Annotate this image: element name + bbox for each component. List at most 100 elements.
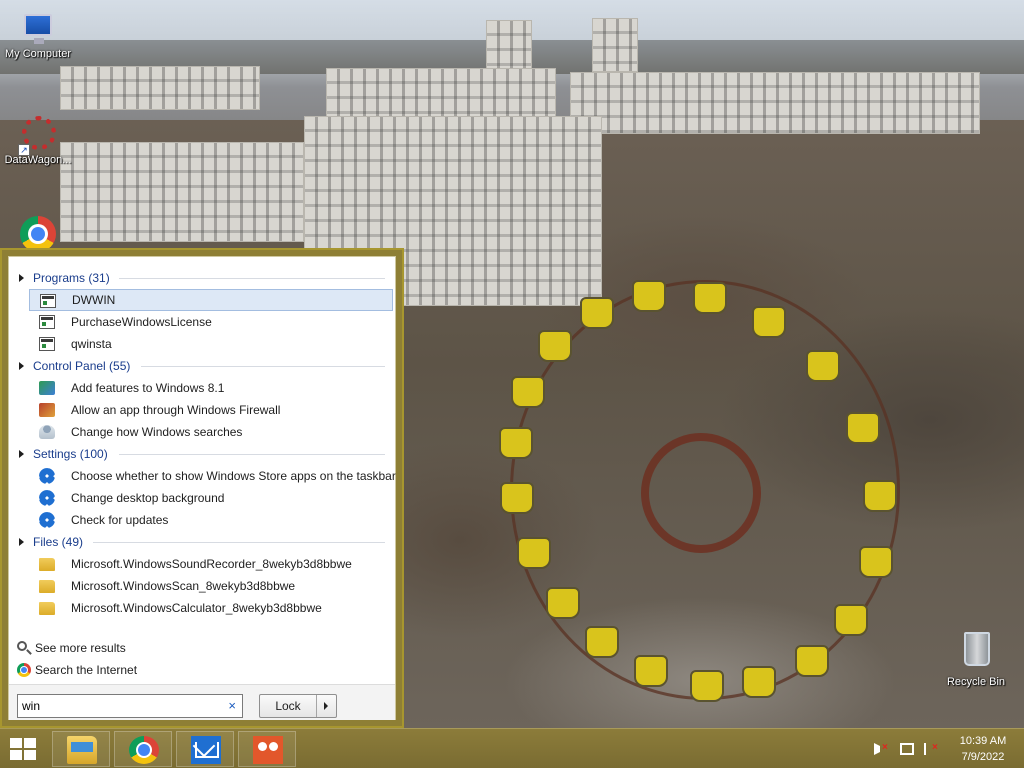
power-split-button: Lock bbox=[259, 694, 337, 718]
result-item-qwinsta[interactable]: qwinsta bbox=[29, 333, 393, 355]
taskbar-people[interactable] bbox=[238, 731, 296, 767]
result-label: Change desktop background bbox=[71, 491, 225, 505]
gondola bbox=[632, 280, 666, 312]
chrome-icon bbox=[17, 663, 31, 677]
expand-arrow-icon bbox=[19, 538, 24, 546]
link-label: See more results bbox=[35, 641, 126, 655]
search-input[interactable] bbox=[18, 695, 218, 717]
start-menu-panel: Programs (31) DWWIN PurchaseWindowsLicen… bbox=[8, 256, 396, 720]
group-header-files[interactable]: Files (49) bbox=[9, 531, 395, 553]
desktop-icon-datawagon[interactable]: ↗ DataWagon... bbox=[0, 116, 76, 166]
gondola bbox=[846, 412, 880, 444]
folder-icon bbox=[39, 602, 55, 615]
people-icon bbox=[253, 736, 283, 764]
result-item-dwwin[interactable]: DWWIN bbox=[29, 289, 393, 311]
recycle-bin-icon bbox=[958, 632, 994, 674]
gondola bbox=[580, 297, 614, 329]
expand-arrow-icon bbox=[19, 362, 24, 370]
result-item-add-features[interactable]: Add features to Windows 8.1 bbox=[29, 377, 393, 399]
start-button[interactable] bbox=[8, 737, 38, 761]
gondola bbox=[795, 645, 829, 677]
result-item-file-windowsscan[interactable]: Microsoft.WindowsScan_8wekyb3d8bbwe bbox=[29, 575, 393, 597]
wallpaper-building bbox=[570, 72, 980, 134]
start-menu: Programs (31) DWWIN PurchaseWindowsLicen… bbox=[0, 248, 404, 728]
gondola bbox=[863, 480, 897, 512]
clock-date: 7/9/2022 bbox=[961, 751, 1005, 763]
chrome-icon bbox=[129, 736, 159, 764]
gondola bbox=[546, 587, 580, 619]
ferris-wheel-hub bbox=[641, 433, 761, 553]
result-label: Change how Windows searches bbox=[71, 425, 243, 439]
program-icon bbox=[39, 337, 55, 351]
result-label: Microsoft.WindowsSoundRecorder_8wekyb3d8… bbox=[71, 557, 352, 571]
wallpaper-building bbox=[486, 20, 532, 70]
search-internet-link[interactable]: Search the Internet bbox=[9, 659, 395, 681]
datawagon-icon: ↗ bbox=[18, 116, 56, 156]
power-options-arrow-icon[interactable] bbox=[316, 695, 336, 717]
see-more-results-link[interactable]: See more results bbox=[9, 637, 395, 659]
result-item-purchasewindowslicense[interactable]: PurchaseWindowsLicense bbox=[29, 311, 393, 333]
link-label: Search the Internet bbox=[35, 663, 138, 677]
result-label: Allow an app through Windows Firewall bbox=[71, 403, 281, 417]
gondola bbox=[499, 427, 533, 459]
computer-icon bbox=[20, 10, 56, 46]
search-bar: × Lock bbox=[9, 684, 395, 720]
desktop-icon-label: DataWagon... bbox=[4, 154, 72, 166]
result-item-desktop-background[interactable]: Change desktop background bbox=[29, 487, 393, 509]
gondola bbox=[690, 670, 724, 702]
clear-search-icon[interactable]: × bbox=[228, 698, 236, 714]
gondola bbox=[693, 282, 727, 314]
folder-icon bbox=[39, 558, 55, 571]
taskbar-file-explorer[interactable] bbox=[52, 731, 110, 767]
muted-x-icon: × bbox=[882, 742, 888, 753]
gondola bbox=[500, 482, 534, 514]
wallpaper-building bbox=[60, 142, 304, 242]
wallpaper-building bbox=[60, 66, 260, 110]
expand-arrow-icon bbox=[19, 274, 24, 282]
search-links: See more results Search the Internet bbox=[9, 637, 395, 681]
result-label: PurchaseWindowsLicense bbox=[71, 315, 212, 329]
group-header-settings[interactable]: Settings (100) bbox=[9, 443, 395, 465]
group-title: Control Panel (55) bbox=[33, 359, 131, 373]
gondola bbox=[742, 666, 776, 698]
gondola bbox=[511, 376, 545, 408]
search-box[interactable]: × bbox=[17, 694, 243, 718]
group-divider bbox=[119, 278, 385, 279]
taskbar-mail[interactable] bbox=[176, 731, 234, 767]
result-item-file-soundrecorder[interactable]: Microsoft.WindowsSoundRecorder_8wekyb3d8… bbox=[29, 553, 393, 575]
taskbar-chrome[interactable] bbox=[114, 731, 172, 767]
gondola bbox=[585, 626, 619, 658]
result-item-allow-app-firewall[interactable]: Allow an app through Windows Firewall bbox=[29, 399, 393, 421]
gear-icon bbox=[39, 468, 55, 484]
network-icon[interactable] bbox=[900, 743, 914, 755]
group-header-control-panel[interactable]: Control Panel (55) bbox=[9, 355, 395, 377]
folder-icon bbox=[39, 580, 55, 593]
result-item-change-windows-searches[interactable]: Change how Windows searches bbox=[29, 421, 393, 443]
control-panel-icon bbox=[39, 381, 55, 395]
group-title: Settings (100) bbox=[33, 447, 108, 461]
gondola bbox=[834, 604, 868, 636]
result-item-file-calculator[interactable]: Microsoft.WindowsCalculator_8wekyb3d8bbw… bbox=[29, 597, 393, 619]
gear-icon bbox=[39, 512, 55, 528]
result-item-store-apps-taskbar[interactable]: Choose whether to show Windows Store app… bbox=[29, 465, 396, 487]
chrome-icon bbox=[20, 216, 56, 252]
result-label: DWWIN bbox=[72, 293, 116, 307]
expand-arrow-icon bbox=[19, 450, 24, 458]
group-header-programs[interactable]: Programs (31) bbox=[9, 267, 395, 289]
windows-logo-icon bbox=[24, 750, 36, 760]
desktop-icon-my-computer[interactable]: My Computer bbox=[0, 10, 76, 60]
gondola bbox=[517, 537, 551, 569]
result-label: Check for updates bbox=[71, 513, 169, 527]
result-item-check-updates[interactable]: Check for updates bbox=[29, 509, 393, 531]
result-label: Microsoft.WindowsCalculator_8wekyb3d8bbw… bbox=[71, 601, 322, 615]
file-explorer-icon bbox=[67, 736, 97, 764]
alert-x-icon: × bbox=[932, 742, 938, 753]
taskbar-clock[interactable]: 10:39 AM 7/9/2022 bbox=[952, 733, 1014, 765]
group-title: Files (49) bbox=[33, 535, 84, 549]
gondola bbox=[538, 330, 572, 362]
lock-button[interactable]: Lock bbox=[260, 695, 316, 717]
result-label: Choose whether to show Windows Store app… bbox=[71, 469, 396, 483]
result-label: Microsoft.WindowsScan_8wekyb3d8bbwe bbox=[71, 579, 296, 593]
group-divider bbox=[93, 542, 385, 543]
desktop-icon-recycle-bin[interactable]: Recycle Bin bbox=[938, 632, 1014, 688]
